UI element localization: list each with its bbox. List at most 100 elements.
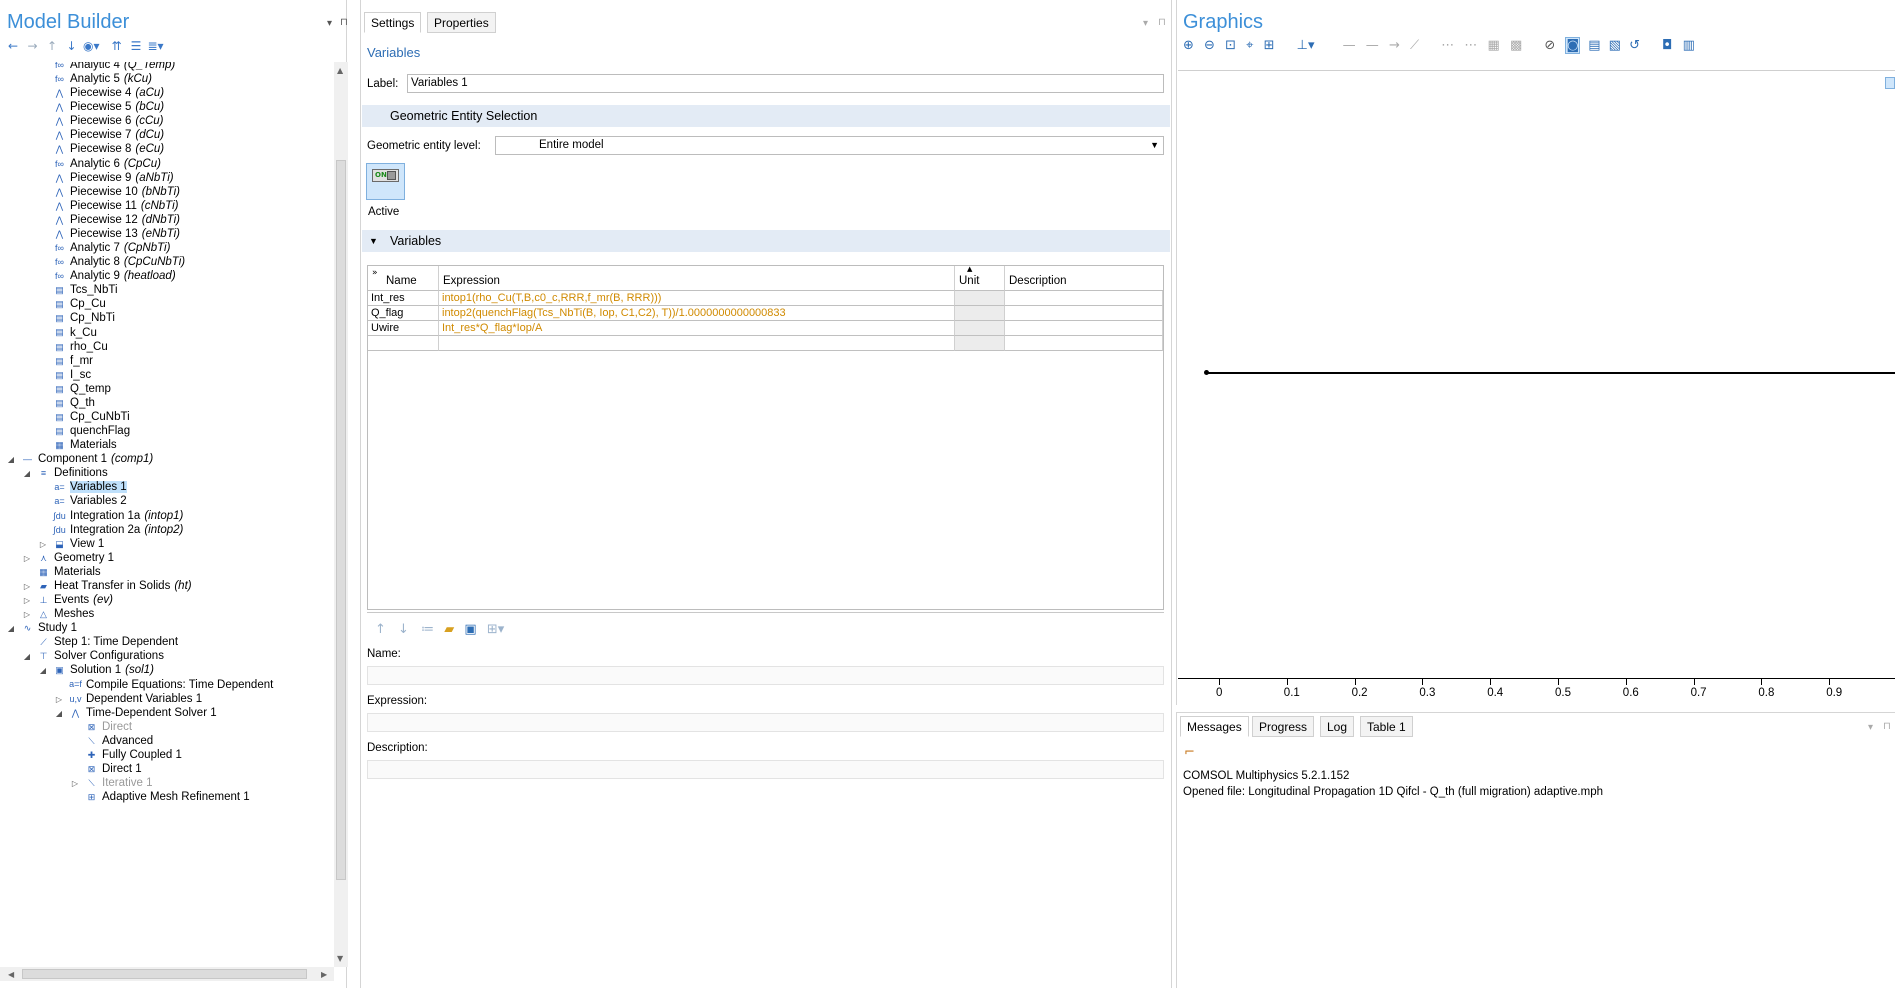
panel-menu-icon[interactable]: ▾ [327,18,332,29]
cell-name[interactable] [368,336,439,351]
tab-table-1[interactable]: Table 1 [1360,716,1413,737]
tab-log[interactable]: Log [1320,716,1355,737]
scroll-left-icon[interactable]: ◀ [8,970,14,979]
back-arrow-icon[interactable]: ← [5,38,21,54]
expand-arrow-icon[interactable]: ▷ [70,775,80,792]
move-up-icon[interactable]: ↑ [44,38,60,54]
tree-node-label: Piecewise 12 [70,213,138,226]
tree-node[interactable]: ⊞ Adaptive Mesh Refinement 1 [84,789,250,806]
column-header-expression[interactable]: Expression [439,266,955,291]
cell-name[interactable]: Q_flag [368,306,439,321]
delete-icon[interactable]: ≔ [421,622,434,637]
active-toggle-button[interactable]: ON [366,163,405,200]
view-icon: ⬓ [55,538,64,549]
panel-menu-icon[interactable]: ▾ [1868,722,1873,733]
graphics-title: Graphics [1183,11,1264,33]
cell-expression[interactable] [439,336,955,351]
label-input[interactable]: Variables 1 [407,74,1164,93]
save-icon[interactable]: ▣ [464,622,476,637]
description-field[interactable] [367,760,1164,779]
list-view-icon[interactable]: ≣▾ [148,38,164,54]
diagonal-icon[interactable]: ⟋ [1410,38,1419,53]
cell-description[interactable] [1005,336,1163,351]
expression-field[interactable] [367,713,1164,732]
cell-expression[interactable]: Int_res*Q_flag*Iop/A [439,321,955,336]
pin-icon[interactable]: ⊓ [1883,721,1891,732]
entity-level-select[interactable]: Entire model ▼ [495,136,1164,155]
cell-unit[interactable] [955,321,1005,336]
expand-arrow-icon[interactable]: ▷ [22,550,32,567]
cell-expression[interactable]: intop1(rho_Cu(T,B,c0_c,RRR,f_mr(B, RRR))… [439,291,955,306]
collapse-arrow-icon[interactable]: ◢ [38,662,48,679]
cell-unit[interactable] [955,291,1005,306]
panel-menu-icon[interactable]: ▾ [1143,18,1148,29]
column-header-description[interactable]: Description [1005,266,1163,291]
zoom-out-icon[interactable]: ⊖ [1204,38,1215,53]
cell-unit[interactable] [955,306,1005,321]
arrow-line-icon[interactable]: → [1389,38,1400,53]
show-view-icon[interactable]: ◙ [1565,37,1581,54]
cell-name[interactable]: Int_res [368,291,439,306]
geometric-entity-section[interactable]: Geometric Entity Selection [362,105,1170,127]
collapse-arrow-icon[interactable]: ◢ [22,465,32,482]
cell-unit[interactable] [955,336,1005,351]
column-header-unit[interactable]: Unit [955,266,1005,291]
clear-broom-icon[interactable]: ⌐ [1184,745,1195,760]
column-header-name[interactable]: Name [368,266,439,291]
piecewise-icon: ⋀ [55,228,64,239]
table-options-icon[interactable]: ⊞▾ [487,622,504,637]
center-icon[interactable]: ⌖ [1246,38,1253,53]
active-caption: Active [368,206,400,218]
name-field[interactable] [367,666,1164,685]
show-icon[interactable]: ◉▾ [83,38,100,54]
select-points-icon[interactable]: ⋯ [1441,38,1454,53]
cell-description[interactable] [1005,321,1163,336]
cell-expression[interactable]: intop2(quenchFlag(Tcs_NbTi(B, Iop, C1,C2… [439,306,955,321]
scrollbar-thumb[interactable] [336,160,346,880]
select-all-icon[interactable]: ▩ [1510,38,1522,53]
open-folder-icon[interactable]: ▰ [444,622,454,637]
deselect-icon[interactable]: ⋯ [1464,38,1477,53]
camera-icon[interactable]: ◘ [1662,38,1672,53]
cell-name[interactable]: Uwire [368,321,439,336]
tab-progress[interactable]: Progress [1252,716,1315,737]
reset-view-icon[interactable]: ↺ [1629,38,1640,53]
select-box-icon[interactable]: ▦ [1488,38,1500,53]
line-icon[interactable]: — [1366,38,1379,53]
variables-section[interactable]: ▼ Variables [362,230,1170,252]
axis-tick-label: 0.4 [1487,687,1504,699]
zoom-box-icon[interactable]: ⊡ [1225,38,1236,53]
zoom-in-icon[interactable]: ⊕ [1183,38,1194,53]
move-up-icon[interactable]: ↑ [375,622,386,637]
pin-icon[interactable]: ⊓ [1158,17,1166,28]
cell-description[interactable] [1005,306,1163,321]
tab-properties[interactable]: Properties [427,12,496,33]
collapse-arrow-icon[interactable]: ◢ [6,451,16,468]
print-icon[interactable]: ▥ [1683,38,1695,53]
scroll-up-icon[interactable]: ▲ [337,66,343,75]
collapse-arrow-icon[interactable]: ◢ [54,705,64,722]
tab-messages[interactable]: Messages [1180,716,1249,737]
select-icon[interactable]: — [1343,38,1356,53]
tab-settings[interactable]: Settings [364,12,422,33]
scroll-right-icon[interactable]: ▶ [321,970,327,979]
hide-icon[interactable]: ⊘ [1544,38,1555,53]
collapse-all-icon[interactable]: ⇈ [109,38,125,54]
move-down-icon[interactable]: ↓ [398,622,409,637]
collapse-arrow-icon[interactable]: ◢ [6,620,16,637]
zoom-extents-icon[interactable]: ⊞ [1264,38,1275,53]
collapse-arrow-icon[interactable]: ◢ [22,648,32,665]
render-icon[interactable]: ▤ [1588,38,1600,53]
study-icon: ∿ [23,623,32,634]
cell-description[interactable] [1005,291,1163,306]
axis-view-icon[interactable]: ⊥▾ [1297,38,1315,53]
pin-icon[interactable]: ⊓ [340,17,348,28]
move-down-icon[interactable]: ↓ [64,38,80,54]
horizontal-scrollbar-thumb[interactable] [22,969,307,979]
graphics-canvas[interactable] [1178,70,1895,678]
wireframe-icon[interactable]: ▧ [1609,38,1621,53]
expand-columns-icon[interactable]: » [372,268,378,278]
forward-arrow-icon[interactable]: → [25,38,41,54]
expand-all-icon[interactable]: ☰ [128,38,144,54]
scroll-down-icon[interactable]: ▼ [337,954,343,963]
